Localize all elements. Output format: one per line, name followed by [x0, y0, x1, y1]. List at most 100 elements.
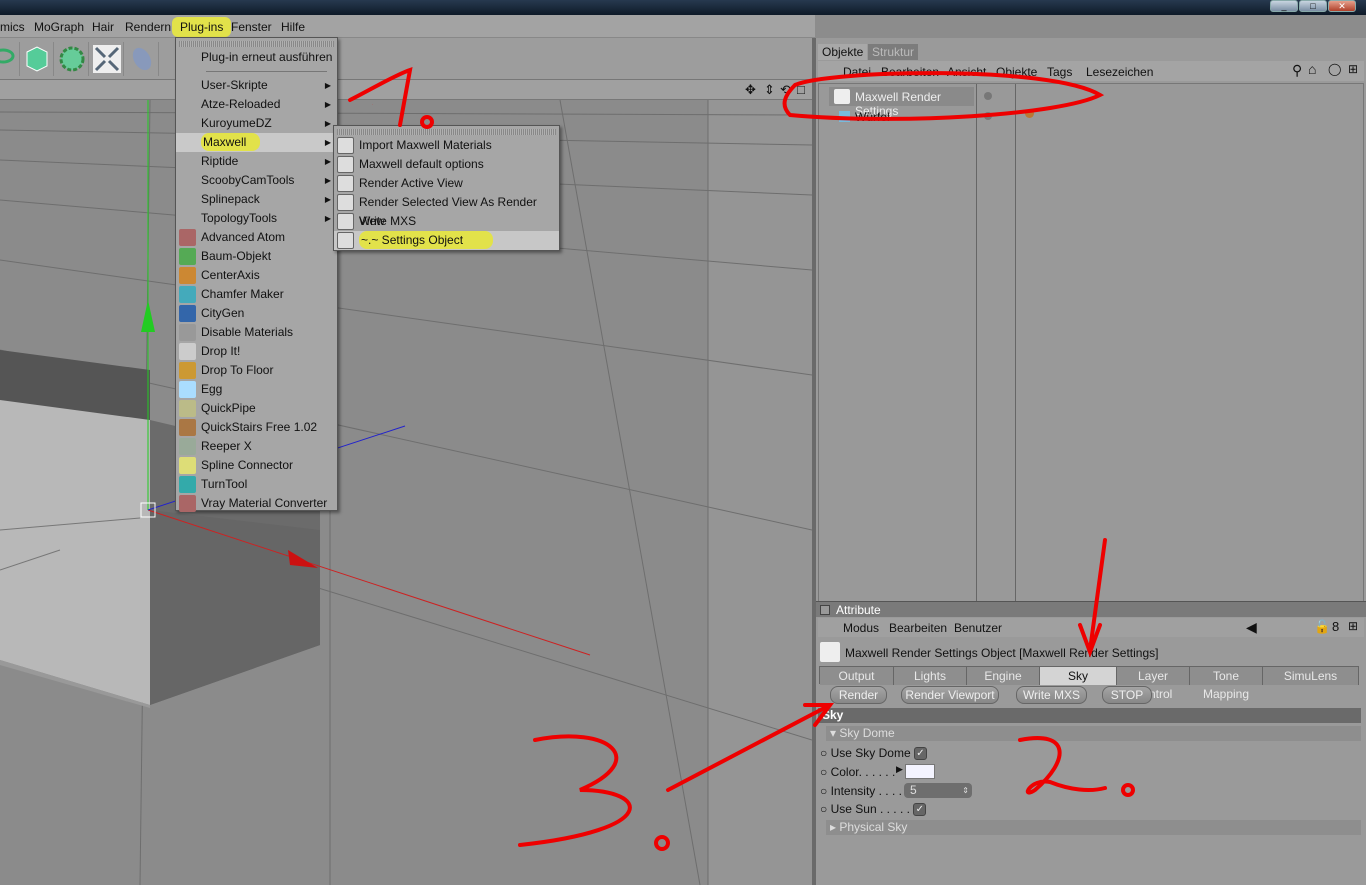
tab-engine[interactable]: Engine — [967, 667, 1040, 685]
group-sky-dome[interactable]: ▾ Sky Dome — [826, 726, 1361, 741]
section-sky: Sky — [818, 708, 1361, 723]
maxwell-menu-item[interactable]: ~.~ Settings Object — [334, 231, 559, 250]
maxwell-menu-item[interactable]: Render Selected View As Render View — [334, 193, 559, 228]
use-sky-dome-checkbox[interactable]: ✓ — [913, 747, 927, 761]
menu-plugins[interactable]: Plug-ins — [172, 17, 232, 37]
cube-tool-button[interactable] — [20, 42, 54, 76]
maxwell-menu-item[interactable]: Write MXS — [334, 212, 559, 231]
plugins-menu-item[interactable]: QuickStairs Free 1.02 — [176, 418, 337, 437]
maximize-button[interactable]: □ — [1299, 0, 1327, 12]
back-arrow-icon[interactable]: ◀ — [1246, 619, 1257, 636]
deformer-tool-button[interactable] — [125, 42, 159, 76]
plugins-menu-item[interactable]: Riptide ▶ — [176, 152, 337, 171]
plugins-menu-item[interactable]: Vray Material Converter — [176, 494, 337, 513]
expand-arrow-icon[interactable]: ▶ — [896, 764, 903, 775]
menu-item-label: Atze-Reloaded — [201, 97, 281, 111]
maxwell-menu-item[interactable]: Maxwell default options — [334, 155, 559, 174]
eye-icon[interactable]: ◯ — [1328, 62, 1341, 76]
rotate-view-icon[interactable]: ⟲ — [780, 82, 791, 98]
nurbs-tool-button[interactable] — [55, 42, 89, 76]
attr-menu-benutzer[interactable]: Benutzer — [954, 621, 1002, 635]
plugin-icon — [179, 400, 196, 417]
plugins-menu-item[interactable]: Maxwell ▶ — [176, 133, 337, 152]
menu-fenster[interactable]: Fenster — [231, 20, 272, 34]
close-button[interactable]: ✕ — [1328, 0, 1356, 12]
plugins-menu-item[interactable]: CityGen — [176, 304, 337, 323]
plugins-menu-item[interactable]: CenterAxis — [176, 266, 337, 285]
plugins-menu-item[interactable]: Baum-Objekt — [176, 247, 337, 266]
maxwell-menu-item[interactable]: Render Active View — [334, 174, 559, 193]
plugins-menu-item[interactable]: Disable Materials — [176, 323, 337, 342]
plugins-menu-item[interactable]: Atze-Reloaded ▶ — [176, 95, 337, 114]
menu-rendern[interactable]: Rendern — [125, 20, 171, 34]
material-tag-icon[interactable] — [1025, 109, 1034, 118]
menu-hilfe[interactable]: Hilfe — [281, 20, 305, 34]
plugins-menu-item[interactable]: Reeper X — [176, 437, 337, 456]
object-row-wuerfel[interactable]: Würfel — [829, 107, 974, 126]
write-mxs-button[interactable]: Write MXS — [1016, 686, 1087, 704]
maxwell-icon — [337, 194, 354, 211]
visibility-dot[interactable] — [984, 92, 992, 100]
menu-dynamics[interactable]: mics — [0, 20, 25, 34]
menu-rerun-plugin[interactable]: Plug-in erneut ausführen — [176, 48, 337, 67]
render-viewport-button[interactable]: Render Viewport — [901, 686, 999, 704]
new-panel-icon[interactable]: ⊞ — [1348, 619, 1358, 633]
tab-tone-mapping[interactable]: Tone Mapping — [1190, 667, 1263, 701]
intensity-input[interactable]: 5 ⇕ — [904, 783, 972, 798]
object-row-maxwell[interactable]: Maxwell Render Settings — [829, 87, 974, 118]
render-button[interactable]: Render — [830, 686, 887, 704]
objects-menu-bearbeiten[interactable]: Bearbeiten — [881, 65, 939, 79]
plugins-menu-item[interactable]: TopologyTools ▶ — [176, 209, 337, 228]
tab-struktur[interactable]: Struktur — [868, 44, 919, 60]
lock-icon[interactable]: 🔓 — [1314, 619, 1330, 635]
plugin-icon — [179, 324, 196, 341]
plugins-menu-item[interactable]: Drop To Floor — [176, 361, 337, 380]
plugins-menu-item[interactable]: QuickPipe — [176, 399, 337, 418]
stop-button[interactable]: STOP — [1102, 686, 1152, 704]
menu-item-label: Riptide — [201, 154, 239, 168]
link-icon[interactable]: 8 — [1332, 619, 1339, 634]
tab-objekte[interactable]: Objekte — [818, 44, 868, 60]
plugins-menu-item[interactable]: KuroyumeDZ ▶ — [176, 114, 337, 133]
plugins-menu-item[interactable]: Egg — [176, 380, 337, 399]
new-panel-icon[interactable]: ⊞ — [1348, 62, 1358, 76]
tab-simulens[interactable]: SimuLens — [1263, 667, 1359, 685]
plugins-menu-item[interactable]: User-Skripte ▶ — [176, 76, 337, 95]
home-icon[interactable]: ⌂ — [1308, 61, 1316, 77]
search-icon[interactable]: ⚲ — [1292, 62, 1302, 79]
objects-menu-lesezeichen[interactable]: Lesezeichen — [1086, 65, 1153, 79]
menu-item-label: Maxwell — [201, 133, 261, 151]
menu-item-label: TopologyTools — [201, 211, 278, 225]
tab-sky[interactable]: Sky — [1040, 667, 1117, 685]
attr-menu-bearbeiten[interactable]: Bearbeiten — [889, 621, 947, 635]
zoom-view-icon[interactable]: ⇕ — [764, 82, 775, 98]
plugins-menu-item[interactable]: TurnTool — [176, 475, 337, 494]
maxwell-menu-item[interactable]: Import Maxwell Materials — [334, 136, 559, 155]
tab-lights[interactable]: Lights — [894, 667, 967, 685]
menu-mograph[interactable]: MoGraph — [34, 20, 84, 34]
plugins-menu-item[interactable]: ScoobyCamTools ▶ — [176, 171, 337, 190]
plugins-menu-item[interactable]: Chamfer Maker — [176, 285, 337, 304]
objects-menu-datei[interactable]: Datei — [843, 65, 871, 79]
move-view-icon[interactable]: ✥ — [745, 82, 756, 98]
visibility-dot[interactable] — [984, 112, 992, 120]
minimize-button[interactable]: _ — [1270, 0, 1298, 12]
objects-menu-tags[interactable]: Tags — [1047, 65, 1072, 79]
plugins-menu-item[interactable]: Spline Connector — [176, 456, 337, 475]
plugins-menu-item[interactable]: Advanced Atom — [176, 228, 337, 247]
maximize-view-icon[interactable]: □ — [797, 82, 805, 97]
plugins-menu-item[interactable]: Drop It! — [176, 342, 337, 361]
menu-hair[interactable]: Hair — [92, 20, 114, 34]
array-tool-button[interactable] — [90, 42, 124, 76]
tab-output[interactable]: Output — [820, 667, 894, 685]
plugins-menu-item[interactable]: Splinepack ▶ — [176, 190, 337, 209]
objects-menu-objekte[interactable]: Objekte — [996, 65, 1037, 79]
attr-menu-modus[interactable]: Modus — [843, 621, 879, 635]
tab-layer-control[interactable]: Layer Control — [1117, 667, 1190, 701]
objects-menu-ansicht[interactable]: Ansicht — [947, 65, 986, 79]
use-sun-checkbox[interactable]: ✓ — [913, 803, 927, 817]
spline-tool-button[interactable] — [0, 42, 20, 76]
color-swatch[interactable] — [905, 764, 935, 779]
maxwell-submenu: Import Maxwell Materials Maxwell default … — [333, 125, 560, 251]
group-physical-sky[interactable]: ▸ Physical Sky — [826, 820, 1361, 835]
